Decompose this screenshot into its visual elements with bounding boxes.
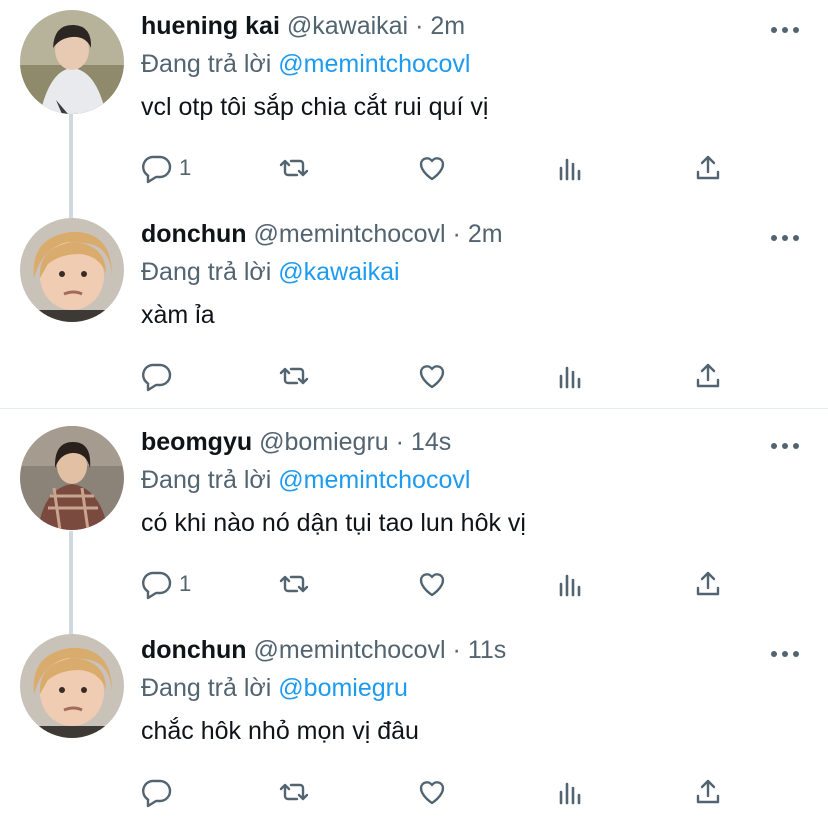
like-button[interactable] [416, 772, 448, 812]
mention-link[interactable]: @bomiegru [278, 674, 408, 702]
analytics-button[interactable] [555, 564, 587, 604]
separator-dot: · [452, 220, 461, 248]
more-options-icon[interactable] [770, 438, 800, 449]
user-handle[interactable]: @bomiegru [259, 428, 389, 456]
retweet-button[interactable] [278, 148, 310, 188]
reply-count: 1 [179, 571, 192, 596]
mention-link[interactable]: @memintchocovl [278, 466, 470, 494]
more-options-icon[interactable] [770, 22, 800, 33]
retweet-icon [279, 367, 309, 385]
share-button[interactable] [692, 772, 724, 812]
tweet[interactable]: donchun @memintchocovl · 11s Đang trả lờ… [0, 624, 828, 823]
replying-to: Đang trả lời @memintchocovl [141, 50, 470, 79]
tweet-actions: 1 [141, 564, 741, 604]
replying-to-label: Đang trả lời [141, 258, 272, 286]
tweet-header: donchun @memintchocovl · 2m [141, 220, 503, 249]
replying-to-label: Đang trả lời [141, 50, 272, 78]
heart-icon [419, 573, 445, 597]
retweet-icon [279, 159, 309, 177]
tweet[interactable]: beomgyu @bomiegru · 14s Đang trả lời @me… [0, 416, 828, 621]
avatar[interactable] [20, 426, 124, 530]
reply-button[interactable] [141, 356, 179, 396]
tweet-text: vcl otp tôi sắp chia cắt rui quí vị [141, 93, 489, 121]
mention-link[interactable]: @memintchocovl [278, 50, 470, 78]
reply-count: 1 [179, 155, 192, 180]
avatar[interactable] [20, 218, 124, 322]
analytics-icon [559, 782, 581, 805]
share-icon [696, 363, 720, 388]
user-handle[interactable]: @memintchocovl [253, 636, 445, 664]
heart-icon [419, 781, 445, 805]
tweet-header: donchun @memintchocovl · 11s [141, 636, 506, 665]
share-icon [696, 571, 720, 596]
analytics-button[interactable] [555, 148, 587, 188]
retweet-button[interactable] [278, 356, 310, 396]
tweet-text: xàm ỉa [141, 301, 215, 329]
display-name[interactable]: donchun [141, 220, 247, 248]
retweet-button[interactable] [278, 564, 310, 604]
tweet-actions [141, 356, 741, 396]
share-button[interactable] [692, 148, 724, 188]
share-icon [696, 155, 720, 180]
user-handle[interactable]: @kawaikai [287, 12, 408, 40]
heart-icon [419, 365, 445, 389]
more-options-icon[interactable] [770, 230, 800, 241]
replying-to: Đang trả lời @bomiegru [141, 674, 408, 703]
avatar[interactable] [20, 634, 124, 738]
reply-icon [142, 571, 172, 600]
reply-button[interactable]: 1 [141, 148, 191, 188]
more-options-icon[interactable] [770, 646, 800, 657]
reply-button[interactable]: 1 [141, 564, 191, 604]
separator-dot: · [452, 636, 461, 664]
like-button[interactable] [416, 564, 448, 604]
tweet-actions [141, 772, 741, 812]
display-name[interactable]: huening kai [141, 12, 280, 40]
replying-to-label: Đang trả lời [141, 674, 272, 702]
separator-dot: · [395, 428, 404, 456]
tweet[interactable]: donchun @memintchocovl · 2m Đang trả lời… [0, 208, 828, 408]
replying-to: Đang trả lời @kawaikai [141, 258, 400, 287]
replying-to: Đang trả lời @memintchocovl [141, 466, 470, 495]
timestamp[interactable]: 2m [468, 220, 503, 248]
reply-button[interactable] [141, 772, 179, 812]
analytics-icon [559, 574, 581, 597]
replying-to-label: Đang trả lời [141, 466, 272, 494]
tweet-text: chắc hôk nhỏ mọn vị đâu [141, 717, 419, 745]
like-button[interactable] [416, 356, 448, 396]
analytics-button[interactable] [555, 356, 587, 396]
user-handle[interactable]: @memintchocovl [253, 220, 445, 248]
mention-link[interactable]: @kawaikai [278, 258, 399, 286]
display-name[interactable]: beomgyu [141, 428, 252, 456]
like-button[interactable] [416, 148, 448, 188]
tweet-header: beomgyu @bomiegru · 14s [141, 428, 451, 457]
display-name[interactable]: donchun [141, 636, 247, 664]
separator-dot: · [415, 12, 424, 40]
tweet[interactable]: huening kai @kawaikai · 2m Đang trả lời … [0, 0, 828, 205]
tweet-text: có khi nào nó dận tụi tao lun hôk vị [141, 509, 526, 537]
share-icon [696, 779, 720, 804]
analytics-icon [559, 158, 581, 181]
reply-icon [142, 363, 172, 392]
retweet-icon [279, 575, 309, 593]
tweet-actions: 1 [141, 148, 741, 188]
timestamp[interactable]: 14s [411, 428, 451, 456]
tweet-header: huening kai @kawaikai · 2m [141, 12, 465, 41]
analytics-icon [559, 366, 581, 389]
analytics-button[interactable] [555, 772, 587, 812]
retweet-icon [279, 783, 309, 801]
timestamp[interactable]: 11s [468, 636, 506, 664]
thread-separator [0, 408, 828, 409]
avatar[interactable] [20, 10, 124, 114]
share-button[interactable] [692, 356, 724, 396]
reply-icon [142, 779, 172, 808]
share-button[interactable] [692, 564, 724, 604]
heart-icon [419, 157, 445, 181]
timestamp[interactable]: 2m [430, 12, 465, 40]
retweet-button[interactable] [278, 772, 310, 812]
reply-icon [142, 155, 172, 184]
